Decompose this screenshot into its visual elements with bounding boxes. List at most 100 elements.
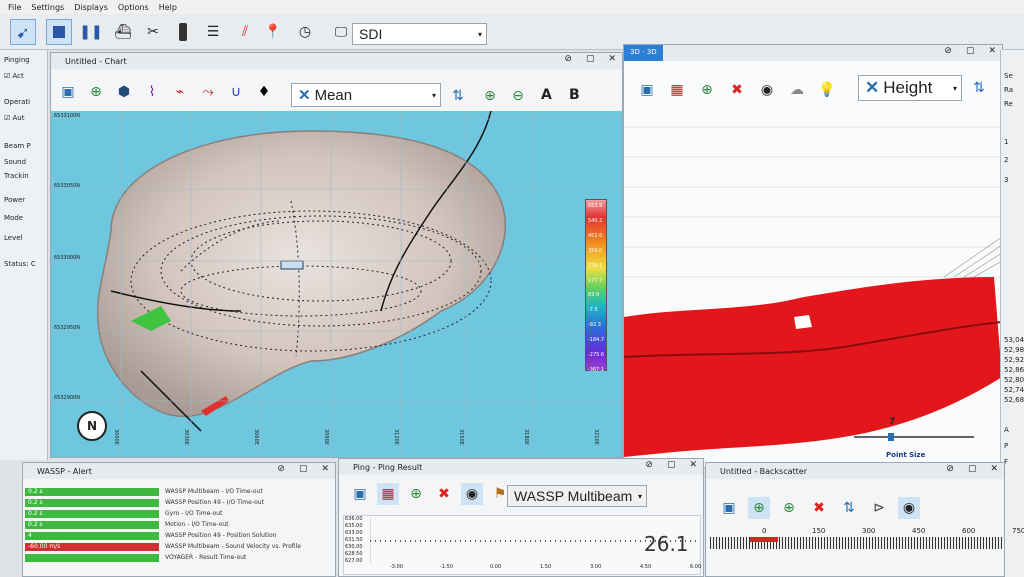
list-button[interactable]: ☰ bbox=[200, 19, 226, 45]
sync-icon[interactable]: ⇅ bbox=[968, 77, 990, 99]
menu-options[interactable]: Options bbox=[118, 3, 149, 12]
map-canvas[interactable]: 6533100N 6533050N 6533000N 6532950N 6532… bbox=[51, 111, 622, 457]
restore-icon[interactable]: ▢ bbox=[586, 54, 595, 64]
aut-checkbox[interactable]: ☑ Aut bbox=[4, 114, 25, 122]
zoom-map-icon[interactable]: ⊕ bbox=[405, 483, 427, 505]
play-icon[interactable]: ⊳ bbox=[868, 497, 890, 519]
sync-icon[interactable]: ⇅ bbox=[447, 85, 469, 107]
pin-icon[interactable]: ⊘ bbox=[645, 460, 653, 470]
monitor-button[interactable]: 🖵 bbox=[328, 19, 354, 45]
light-off-icon[interactable]: ☁ bbox=[786, 79, 808, 101]
tools-icon: ✂ bbox=[147, 24, 159, 40]
eye-icon[interactable]: ◉ bbox=[898, 497, 920, 519]
traffic-light-button[interactable] bbox=[170, 19, 196, 45]
export-icon[interactable]: ▣ bbox=[636, 79, 658, 101]
source-select[interactable]: WASSP Multibeam ▾ bbox=[507, 485, 647, 507]
alert-row[interactable]: 4 WASSP Position 49 - Position Solution bbox=[25, 531, 276, 540]
marker-button[interactable]: 📍 bbox=[260, 19, 286, 45]
export-icon[interactable]: ▣ bbox=[718, 497, 740, 519]
export-icon[interactable]: ▣ bbox=[349, 483, 371, 505]
eye-icon[interactable]: ◉ bbox=[461, 483, 483, 505]
eye-icon[interactable]: ◉ bbox=[756, 79, 778, 101]
display-select[interactable]: SDI ▾ bbox=[352, 23, 487, 45]
vessel-button[interactable]: ➹ bbox=[10, 19, 36, 45]
close-icon[interactable]: ✕ bbox=[990, 464, 998, 474]
ship-button[interactable]: ⛴ bbox=[110, 19, 136, 45]
tab-3d[interactable]: 3D - 3D bbox=[624, 45, 663, 61]
chart-toolbar: ▣ ⊕ ⬢ ⌇ ⌁ ⤳ ∪ ♦ bbox=[57, 81, 275, 103]
menu-help[interactable]: Help bbox=[159, 3, 177, 12]
restore-icon[interactable]: ▢ bbox=[968, 464, 977, 474]
backscatter-marker bbox=[750, 537, 778, 542]
chevron-down-icon: ▾ bbox=[477, 29, 482, 39]
depth-scale-label: -184.7 bbox=[588, 337, 605, 344]
point-size-slider-thumb[interactable] bbox=[888, 433, 894, 441]
right-panel-label: Se bbox=[1004, 72, 1013, 80]
restore-icon[interactable]: ▢ bbox=[966, 46, 975, 56]
pin-color-icon[interactable]: ♦ bbox=[253, 81, 275, 103]
pin-icon[interactable]: ⊘ bbox=[564, 54, 572, 64]
lines-button[interactable]: ⫽ bbox=[232, 19, 258, 45]
restore-icon[interactable]: ▢ bbox=[299, 464, 308, 474]
alert-row[interactable]: 0.2 s Motion - I/O Time-out bbox=[25, 520, 229, 529]
zoom-in-icon[interactable]: ⊕ bbox=[778, 497, 800, 519]
tools-button[interactable]: ✂ bbox=[140, 19, 166, 45]
close-icon[interactable]: ✕ bbox=[689, 460, 697, 470]
alert-row[interactable]: 0.2 s WASSP Position 49 - I/O Time-out bbox=[25, 498, 264, 507]
pause-button[interactable]: ❚❚ bbox=[78, 19, 104, 45]
easting-label: 3060E bbox=[253, 429, 259, 445]
layer-icon[interactable]: ⬢ bbox=[113, 81, 135, 103]
menu-displays[interactable]: Displays bbox=[74, 3, 108, 12]
zoom-map-icon[interactable]: ⊕ bbox=[85, 81, 107, 103]
delete-icon[interactable]: ✖ bbox=[808, 497, 830, 519]
sync-icon[interactable]: ⇅ bbox=[838, 497, 860, 519]
grid-icon[interactable]: ▦ bbox=[377, 483, 399, 505]
stop-button[interactable] bbox=[46, 19, 72, 45]
alert-row[interactable]: 0.2 s WASSP Multibeam - I/O Time-out bbox=[25, 487, 263, 496]
measure-icon[interactable]: ⌁ bbox=[169, 81, 191, 103]
clock-button[interactable]: ◷ bbox=[292, 19, 318, 45]
label-b-button[interactable]: B bbox=[569, 87, 580, 103]
menu-file[interactable]: File bbox=[8, 3, 21, 12]
mode-select[interactable]: ✕ Mean ▾ bbox=[291, 83, 441, 107]
traffic-light-icon bbox=[179, 23, 187, 41]
zoom-in-icon[interactable]: ⊕ bbox=[479, 85, 501, 107]
pin-icon[interactable]: ⊘ bbox=[946, 464, 954, 474]
close-icon[interactable]: ✕ bbox=[988, 46, 996, 56]
left-panel-item: Level bbox=[4, 234, 23, 242]
alert-row[interactable]: VOYAGER - Result Time-out bbox=[25, 553, 246, 562]
alert-window: WASSP - Alert ⊘ ▢ ✕ 0.2 s WASSP Multibeam -… bbox=[22, 462, 336, 577]
ping-x-tick: -3.00 bbox=[390, 564, 403, 570]
alert-row[interactable]: 0.2 s Gyro - I/O Time-out bbox=[25, 509, 222, 518]
curve-icon[interactable]: ∪ bbox=[225, 81, 247, 103]
restore-icon[interactable]: ▢ bbox=[667, 460, 676, 470]
alert-row[interactable]: -60.00 m/s WASSP Multibeam - Sound Veloci… bbox=[25, 542, 301, 551]
depth-scale-label: 451.6 bbox=[588, 232, 603, 239]
zoom-out-icon[interactable]: ⊖ bbox=[507, 85, 529, 107]
height-select[interactable]: ✕ Height ▾ bbox=[858, 75, 962, 101]
zoom-map-icon[interactable]: ⊕ bbox=[696, 79, 718, 101]
right-panel-label: 2 bbox=[1004, 156, 1009, 164]
close-icon[interactable]: ✕ bbox=[321, 464, 329, 474]
window-title-text: WASSP - Alert bbox=[37, 466, 92, 476]
label-a-button[interactable]: A bbox=[541, 87, 552, 103]
act-checkbox[interactable]: ☑ Act bbox=[4, 72, 24, 80]
pin-icon[interactable]: ⊘ bbox=[944, 46, 952, 56]
zoom-map-icon[interactable]: ⊕ bbox=[748, 497, 770, 519]
mode-select-value: Mean bbox=[314, 86, 353, 104]
pin-icon[interactable]: ⊘ bbox=[277, 464, 285, 474]
right-panel-label: Re bbox=[1004, 100, 1013, 108]
light-bulb-icon[interactable]: 💡 bbox=[816, 79, 838, 101]
delete-icon[interactable]: ✖ bbox=[726, 79, 748, 101]
alert-status-bar: 0.2 s bbox=[25, 498, 159, 507]
export-map-icon[interactable]: ▣ bbox=[57, 81, 79, 103]
close-icon[interactable]: ✕ bbox=[608, 54, 616, 64]
easting-label: 3120E bbox=[393, 429, 399, 445]
grid-icon[interactable]: ▦ bbox=[666, 79, 688, 101]
backscatter-window-title: Untitled - Backscatter ⊘ ▢ ✕ bbox=[706, 463, 1004, 479]
alert-message: WASSP Position 49 - I/O Time-out bbox=[165, 499, 264, 506]
delete-icon[interactable]: ✖ bbox=[433, 483, 455, 505]
menu-settings[interactable]: Settings bbox=[31, 3, 64, 12]
route-icon[interactable]: ⌇ bbox=[141, 81, 163, 103]
path-icon[interactable]: ⤳ bbox=[197, 81, 219, 103]
